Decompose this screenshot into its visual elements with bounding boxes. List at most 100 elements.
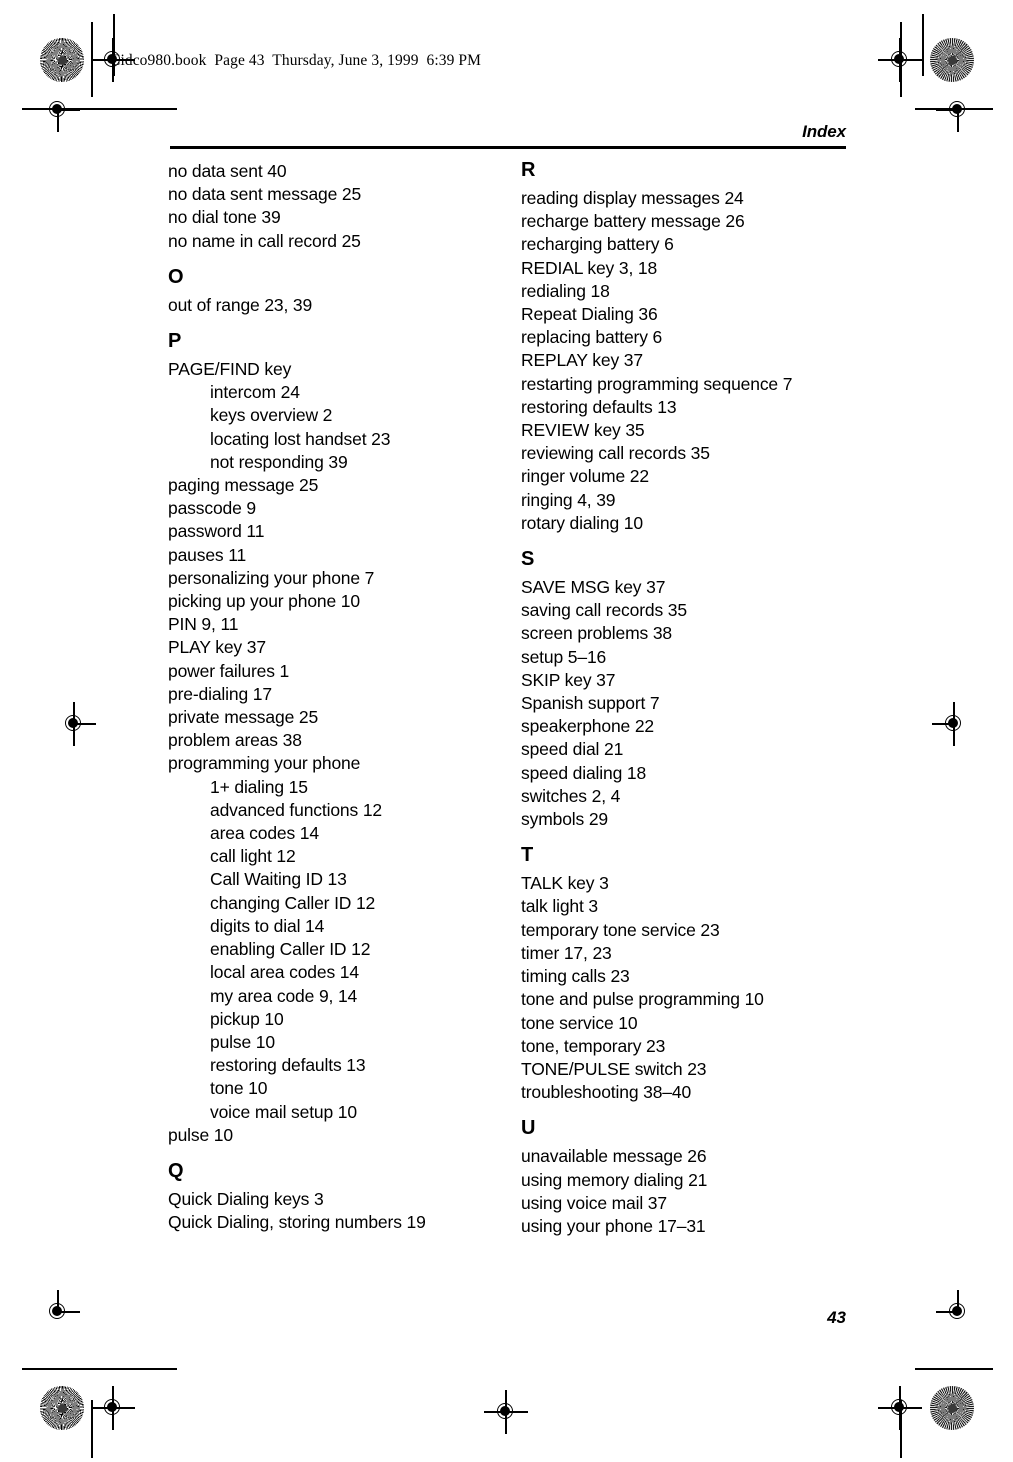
index-entry: using memory dialing 21 [521,1169,708,1190]
index-column-right: Rreading display messages 24 recharge bat… [521,160,851,1238]
index-entry: TALK key 3 [521,873,609,894]
index-entry: Spanish support 7 [521,693,660,714]
index-entry: problem areas 38 [168,730,302,751]
index-subentry: keys overview 2 [210,405,333,426]
index-subentry: area codes 14 [210,823,319,844]
index-entry: pulse 10 [168,1124,233,1145]
index-entry: symbols 29 [521,809,609,830]
trim-line-bottom-left [22,1368,177,1370]
index-entry: restoring defaults 13 [521,396,677,417]
index-entry: recharge battery message 26 [521,211,745,232]
trim-line-right-bottom [900,1400,902,1458]
index-entry: redialing 18 [521,280,610,301]
index-group-letter: P [168,330,182,353]
index-group-letter: Q [168,1159,184,1182]
trim-line-left-top [91,22,93,97]
index-entry: unavailable message 26 [521,1146,707,1167]
index-entry: using voice mail 37 [521,1192,667,1213]
index-subentry: locating lost handset 23 [210,428,391,449]
index-entry: personalizing your phone 7 [168,567,375,588]
index-entry: programming your phone [168,753,361,774]
index-entry: passcode 9 [168,498,257,519]
index-subentry: advanced functions 12 [210,799,382,820]
registration-mark-top-right-corner [936,88,980,132]
index-subentry: 1+ dialing 15 [210,776,308,797]
index-entry: PAGE/FIND key [168,359,292,380]
registration-mark-bottom-right-inner [878,1386,922,1430]
starburst-density-mark-bottom-left [40,1386,84,1430]
index-entry: REVIEW key 35 [521,420,645,441]
index-entry: no dial tone 39 [168,207,281,228]
index-entry: talk light 3 [521,896,598,917]
index-entry: Quick Dialing keys 3 [168,1188,324,1209]
index-entry: recharging battery 6 [521,234,674,255]
index-subentry: call light 12 [210,846,296,867]
index-subentry: not responding 39 [210,451,348,472]
index-entry: no name in call record 25 [168,230,361,251]
index-entry: temporary tone service 23 [521,919,720,940]
index-subentry: tone 10 [210,1078,268,1099]
index-group-letter: U [521,1117,536,1140]
index-subentry: voice mail setup 10 [210,1101,357,1122]
index-entry: ringing 4, 39 [521,489,616,510]
header-rule [170,146,846,149]
trim-line-right-top [900,22,902,97]
trim-line-top-right [915,108,993,110]
index-entry: no data sent 40 [168,161,287,181]
index-entry: Repeat Dialing 36 [521,304,658,325]
index-entry: troubleshooting 38–40 [521,1082,692,1103]
index-entry: SAVE MSG key 37 [521,577,666,598]
index-group-letter: T [521,844,534,867]
index-entry: picking up your phone 10 [168,591,360,612]
index-entry: tone and pulse programming 10 [521,989,764,1010]
index-entry: PLAY key 37 [168,637,266,658]
index-entry: restarting programming sequence 7 [521,373,793,394]
page-number-folio: 43 [827,1308,846,1327]
index-entry: replacing battery 6 [521,327,663,348]
index-entry: paging message 25 [168,475,319,496]
index-entry: REPLAY key 37 [521,350,643,371]
index-entry: using your phone 17–31 [521,1215,706,1236]
index-entry: pauses 11 [168,544,247,565]
index-entry: ringer volume 22 [521,466,649,487]
index-entry: Quick Dialing, storing numbers 19 [168,1212,426,1233]
index-entry: screen problems 38 [521,623,672,644]
file-date-stamp: Cidco980.book Page 43 Thursday, June 3, … [110,52,482,69]
trim-line-bottom-right [915,1368,993,1370]
index-entry: switches 2, 4 [521,785,621,806]
index-entry: private message 25 [168,707,319,728]
index-body: no data sent 40 no data sent message 25 no… [0,160,1013,1270]
starburst-density-mark-top-left [40,38,84,82]
index-group-letter: O [168,265,184,288]
index-entry: reading display messages 24 [521,188,744,208]
index-subentry: intercom 24 [210,382,300,403]
registration-mark-bottom-center [484,1390,528,1434]
index-entry: timing calls 23 [521,966,630,987]
registration-mark-top-left-corner [36,88,80,132]
index-entry: password 11 [168,521,265,542]
trim-line-right-top-2 [922,14,924,76]
index-entry: setup 5–16 [521,646,607,667]
index-subentry: pickup 10 [210,1008,284,1029]
starburst-density-mark-top-right [930,38,974,82]
registration-mark-top-right-inner [878,38,922,82]
starburst-density-mark-bottom-right [930,1386,974,1430]
trim-line-top-left [22,108,177,110]
index-group-letter: S [521,548,535,571]
index-entry: reviewing call records 35 [521,443,710,464]
index-entry: speed dialing 18 [521,762,647,783]
index-entry: TONE/PULSE switch 23 [521,1058,707,1079]
index-subentry: enabling Caller ID 12 [210,939,371,960]
index-entry: pre-dialing 17 [168,683,272,704]
index-entry: speed dial 21 [521,739,624,760]
registration-mark-bottom-left-corner [36,1290,80,1334]
index-subentry: digits to dial 14 [210,915,325,936]
index-subentry: restoring defaults 13 [210,1055,366,1076]
trim-line-left-bottom [91,1400,93,1458]
index-entry: tone service 10 [521,1012,638,1033]
index-subentry: my area code 9, 14 [210,985,358,1006]
index-entry: speakerphone 22 [521,716,654,737]
index-column-left: no data sent 40 no data sent message 25 no… [168,160,498,1234]
index-subentry: changing Caller ID 12 [210,892,376,913]
index-subentry: Call Waiting ID 13 [210,869,347,890]
